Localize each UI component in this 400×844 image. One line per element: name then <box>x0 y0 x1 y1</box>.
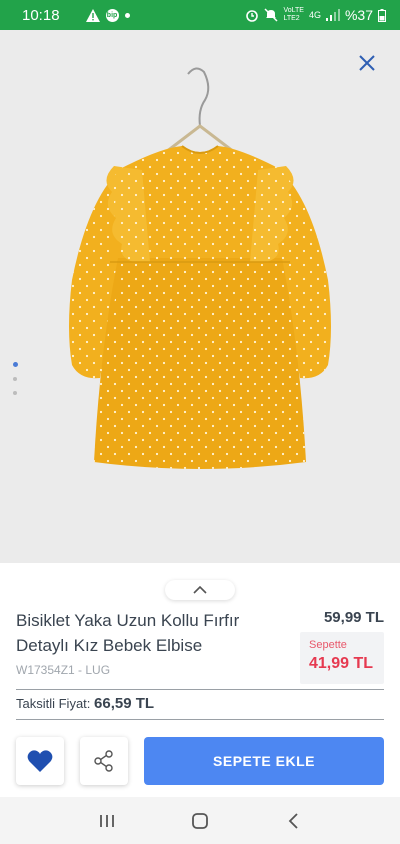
back-button[interactable] <box>278 806 308 836</box>
chevron-up-icon <box>193 586 207 594</box>
lte2-label: LTE2 <box>283 15 300 22</box>
cart-price-label: Sepette <box>309 639 347 651</box>
favorite-button[interactable] <box>16 737 64 785</box>
battery-text: %37 <box>344 7 373 23</box>
warning-icon <box>85 8 100 22</box>
installment-value: 66,59 TL <box>94 695 155 712</box>
pager-dot[interactable] <box>13 391 17 395</box>
share-icon <box>94 750 113 772</box>
cart-price-value: 41,99 TL <box>309 655 374 672</box>
recent-apps-button[interactable] <box>92 806 122 836</box>
close-icon <box>359 55 375 71</box>
product-sku: W17354Z1 - LUG <box>16 663 111 677</box>
product-price: 59,99 TL <box>323 609 384 626</box>
home-button[interactable] <box>185 806 215 836</box>
pager-dot[interactable] <box>13 362 18 367</box>
share-button[interactable] <box>80 737 128 785</box>
recent-apps-icon <box>99 814 114 827</box>
status-time: 10:18 <box>22 6 60 24</box>
home-icon <box>192 812 208 829</box>
dot-icon <box>124 12 130 18</box>
product-title: Bisiklet Yaka Uzun Kollu Fırfır Detaylı … <box>16 611 240 655</box>
bip-icon: bip <box>105 8 119 22</box>
signal-icon <box>325 9 340 21</box>
heart-icon <box>27 750 53 772</box>
divider <box>16 719 384 720</box>
battery-icon <box>378 8 386 22</box>
gallery-pager[interactable] <box>13 362 18 395</box>
system-icons: VoLTE LTE2 4G %37 <box>245 7 386 23</box>
back-icon <box>289 812 298 829</box>
installment-label: Taksitli Fiyat: <box>16 696 91 711</box>
volte-indicator: VoLTE LTE2 <box>283 7 304 23</box>
volte-label: VoLTE <box>283 7 304 14</box>
notification-icons: bip <box>85 8 130 22</box>
status-bar: 10:18 bip VoLTE LTE2 4G %37 <box>0 0 400 30</box>
alarm-icon <box>245 8 259 22</box>
system-nav-bar <box>0 797 400 844</box>
pager-dot[interactable] <box>13 377 17 381</box>
collapse-handle[interactable] <box>165 580 235 600</box>
divider <box>16 689 384 690</box>
cart-price-box: Sepette 41,99 TL <box>300 632 384 684</box>
close-button[interactable] <box>356 52 378 74</box>
installment-price: Taksitli Fiyat: 66,59 TL <box>16 695 154 712</box>
mute-icon <box>264 8 278 22</box>
add-to-cart-button[interactable]: SEPETE EKLE <box>144 737 384 785</box>
product-image <box>69 67 331 469</box>
product-image-gallery[interactable] <box>0 30 400 563</box>
network-type: 4G <box>308 10 321 20</box>
